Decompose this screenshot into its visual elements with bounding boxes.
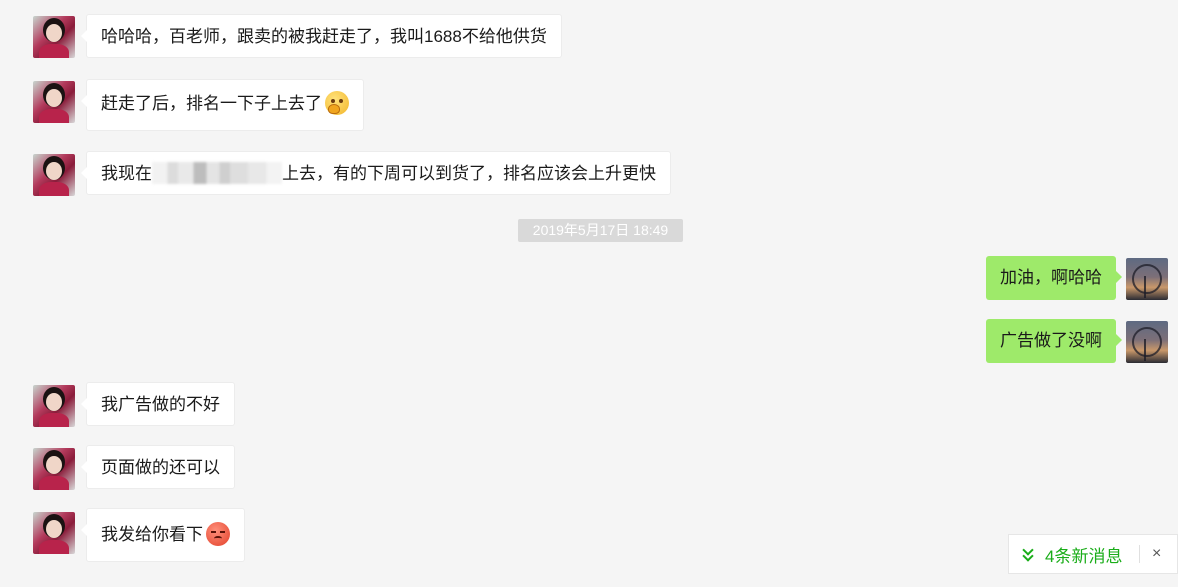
redacted-text	[152, 161, 282, 184]
message-timestamp: 2019年5月17日 18:49	[518, 219, 683, 242]
outgoing-message[interactable]: 加油，啊哈哈	[986, 256, 1122, 300]
message-text: 哈哈哈，百老师，跟卖的被我赶走了，我叫1688不给他供货	[101, 27, 547, 46]
contact-avatar[interactable]	[33, 448, 75, 490]
user-avatar[interactable]	[1126, 321, 1168, 363]
chat-window[interactable]: 哈哈哈，百老师，跟卖的被我赶走了，我叫1688不给他供货 赶走了后，排名一下子上…	[0, 0, 1178, 587]
close-icon[interactable]: ×	[1152, 546, 1161, 562]
divider	[1139, 545, 1140, 563]
new-messages-notice[interactable]: 4条新消息 ×	[1008, 534, 1178, 574]
incoming-message[interactable]: 赶走了后，排名一下子上去了	[81, 79, 364, 131]
message-text: 加油，啊哈哈	[1000, 268, 1102, 287]
outgoing-message[interactable]: 广告做了没啊	[986, 319, 1122, 363]
contact-avatar[interactable]	[33, 81, 75, 123]
double-chevron-down-icon[interactable]	[1021, 547, 1035, 561]
incoming-message[interactable]: 页面做的还可以	[81, 445, 235, 489]
thinking-face-icon	[325, 90, 349, 115]
message-text: 我广告做的不好	[101, 395, 220, 414]
message-text-start: 我现在	[101, 164, 152, 183]
incoming-message[interactable]: 我现在 上去，有的下周可以到货了，排名应该会上升更快	[81, 151, 671, 195]
incoming-message[interactable]: 我广告做的不好	[81, 382, 235, 426]
message-text: 我发给你看下	[101, 525, 203, 544]
incoming-message[interactable]: 哈哈哈，百老师，跟卖的被我赶走了，我叫1688不给他供货	[81, 14, 562, 58]
contact-avatar[interactable]	[33, 154, 75, 196]
contact-avatar[interactable]	[33, 512, 75, 554]
message-text: 赶走了后，排名一下子上去了	[101, 94, 322, 113]
message-text: 页面做的还可以	[101, 458, 220, 477]
contact-avatar[interactable]	[33, 16, 75, 58]
message-text-end: 上去，有的下周可以到货了，排名应该会上升更快	[282, 164, 656, 183]
incoming-message[interactable]: 我发给你看下	[81, 508, 245, 562]
user-avatar[interactable]	[1126, 258, 1168, 300]
message-text: 广告做了没啊	[1000, 331, 1102, 350]
contact-avatar[interactable]	[33, 385, 75, 427]
disappointed-face-icon	[206, 521, 230, 546]
new-messages-label[interactable]: 4条新消息	[1045, 542, 1137, 567]
